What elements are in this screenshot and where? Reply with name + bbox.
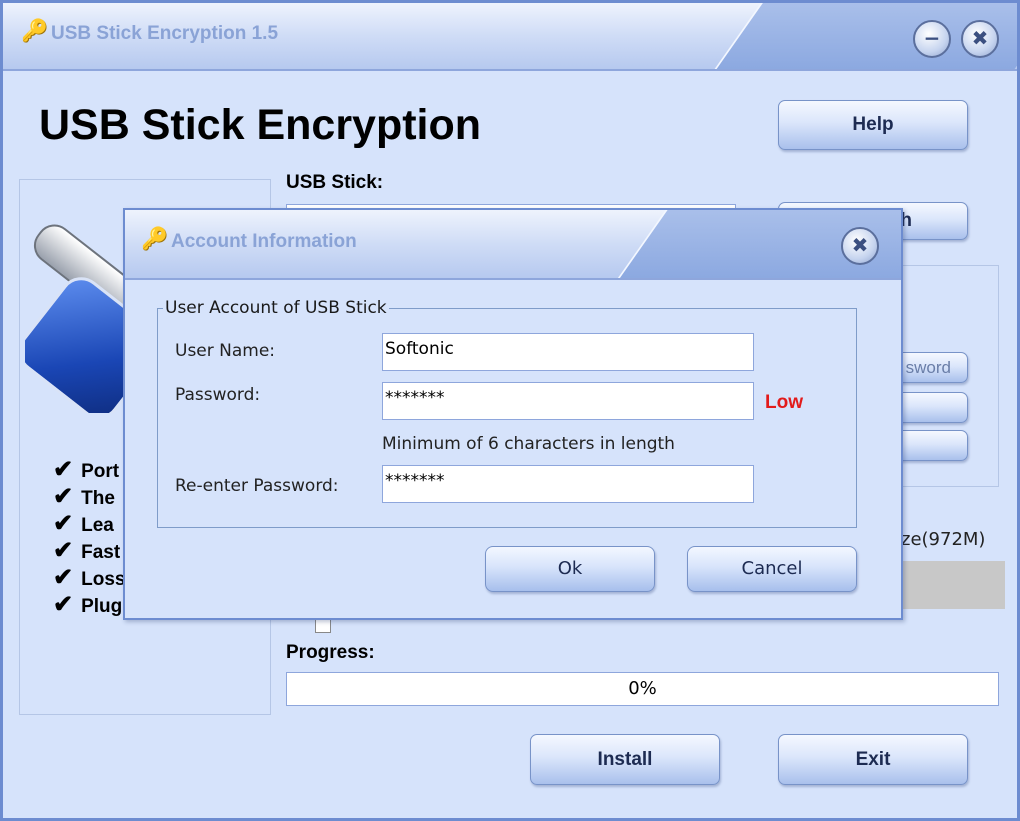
app-heading: USB Stick Encryption [39,101,482,149]
reenter-label: Re-enter Password: [175,476,339,496]
checkmark-icon: ✔ [53,510,74,536]
account-dialog: 🔑 Account Information ✖ User Account of … [123,208,903,620]
size-label: ze(972M) [901,529,986,550]
checkmark-icon: ✔ [53,564,74,590]
usb-key-icon: 🔑 [141,227,169,252]
password-field[interactable]: ******* [382,382,754,420]
feature-list: ✔ Port ✔ The ✔ Lea ✔ Fast ✔ Loss ✔ Plug [53,455,125,617]
username-label: User Name: [175,341,276,361]
close-icon: ✖ [851,233,869,257]
username-field[interactable]: Softonic [382,333,754,371]
minimize-icon: − [923,26,941,50]
title-bar: 🔑 USB Stick Encryption 1.5 − ✖ [3,3,1017,71]
progress-bar: 0% [286,672,999,706]
checkmark-icon: ✔ [53,483,74,509]
window-title: USB Stick Encryption 1.5 [51,23,279,44]
reenter-password-field[interactable]: ******* [382,465,754,503]
password-hint: Minimum of 6 characters in length [382,434,675,454]
dialog-close-button[interactable]: ✖ [841,227,879,265]
feature-item: ✔ Lea [53,510,114,536]
main-window: 🔑 USB Stick Encryption 1.5 − ✖ USB Stick… [0,0,1020,821]
ok-button[interactable]: Ok [485,546,655,592]
password-strength: Low [765,392,803,413]
install-button[interactable]: Install [530,734,720,785]
feature-item: ✔ Loss [53,564,125,590]
dialog-title-bar: 🔑 Account Information ✖ [125,210,901,280]
close-icon: ✖ [971,26,989,50]
checkmark-icon: ✔ [53,537,74,563]
feature-item: ✔ The [53,483,115,509]
dialog-title: Account Information [171,231,357,252]
progress-label: Progress: [286,642,375,663]
group-title: User Account of USB Stick [163,298,389,318]
checkmark-icon: ✔ [53,456,74,482]
cancel-button[interactable]: Cancel [687,546,857,592]
help-button[interactable]: Help [778,100,968,150]
minimize-button[interactable]: − [913,20,951,58]
feature-item: ✔ Plug [53,591,123,617]
usb-key-icon: 🔑 [21,19,49,44]
usb-stick-label: USB Stick: [286,172,384,193]
close-button[interactable]: ✖ [961,20,999,58]
checkmark-icon: ✔ [53,591,74,617]
feature-item: ✔ Fast [53,537,121,563]
password-label: Password: [175,385,261,405]
exit-button[interactable]: Exit [778,734,968,785]
feature-item: ✔ Port [53,456,120,482]
